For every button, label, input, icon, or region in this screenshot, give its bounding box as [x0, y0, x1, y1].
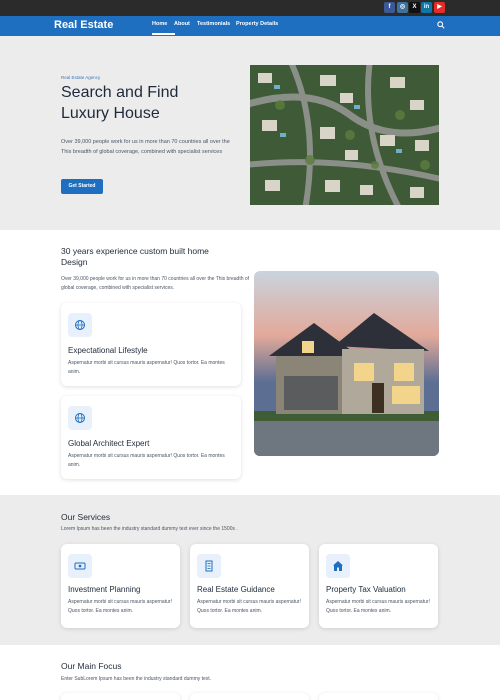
focus-card[interactable]: [319, 693, 438, 700]
focus-title: Our Main Focus: [61, 661, 122, 671]
money-icon: [68, 554, 92, 578]
main-navbar: Real Estate Home About Testimonials Prop…: [0, 16, 500, 36]
nav-home[interactable]: Home: [152, 21, 167, 27]
linkedin-icon[interactable]: in: [421, 2, 432, 13]
x-twitter-icon[interactable]: X: [409, 2, 420, 13]
globe-icon: [68, 406, 92, 430]
focus-card[interactable]: [190, 693, 309, 700]
youtube-icon[interactable]: ▶: [434, 2, 445, 13]
service-card[interactable]: Investment Planning Aspernatur morbi sit…: [61, 544, 180, 628]
nav-testimonials[interactable]: Testimonials: [197, 21, 230, 27]
experience-title: 30 years experience custom built home De…: [61, 246, 209, 267]
focus-card[interactable]: [61, 693, 180, 700]
search-icon[interactable]: [437, 21, 445, 29]
feature-card[interactable]: Expectational Lifestyle Aspernatur morbi…: [61, 303, 241, 386]
experience-section: 30 years experience custom built home De…: [0, 230, 500, 495]
feature-card[interactable]: Global Architect Expert Aspernatur morbi…: [61, 396, 241, 479]
service-card-title: Investment Planning: [68, 585, 141, 594]
services-title: Our Services: [61, 512, 111, 522]
nav-about[interactable]: About: [174, 21, 190, 27]
hero-kicker: Real Estate Agency: [61, 75, 101, 80]
service-card-text: Aspernatur morbi sit cursus mauris asper…: [68, 599, 172, 614]
feature-card-text: Aspernatur morbi sit cursus mauris asper…: [68, 360, 225, 375]
aerial-neighborhood-image: [250, 65, 439, 205]
hero-title: Search and Find Luxury House: [61, 84, 179, 122]
nav-active-indicator: [152, 33, 175, 35]
get-started-button[interactable]: Get Started: [61, 179, 103, 194]
focus-description: Enter SubLorem Ipsum has been the indust…: [61, 676, 212, 682]
service-card-title: Property Tax Valuation: [326, 585, 406, 594]
services-section: Our Services Lorem Ipsum has been the in…: [0, 495, 500, 645]
feature-card-text: Aspernatur morbi sit cursus mauris asper…: [68, 453, 225, 468]
brand-logo[interactable]: Real Estate: [54, 19, 113, 31]
house-exterior-image: [254, 271, 439, 456]
nav-property-details[interactable]: Property Details: [236, 21, 278, 27]
service-card[interactable]: Property Tax Valuation Aspernatur morbi …: [319, 544, 438, 628]
social-top-bar: f ◎ X in ▶: [0, 0, 500, 16]
hero-description: Over 39,000 people work for us in more t…: [61, 139, 230, 155]
service-card[interactable]: Real Estate Guidance Aspernatur morbi si…: [190, 544, 309, 628]
hero-section: Real Estate Agency Search and Find Luxur…: [54, 38, 446, 230]
facebook-icon[interactable]: f: [384, 2, 395, 13]
feature-card-title: Global Architect Expert: [68, 439, 150, 448]
experience-description: Over 39,000 people work for us in more t…: [61, 276, 250, 291]
home-icon: [326, 554, 350, 578]
service-card-text: Aspernatur morbi sit cursus mauris asper…: [326, 599, 430, 614]
services-description: Lorem Ipsum has been the industry standa…: [61, 526, 238, 532]
instagram-icon[interactable]: ◎: [397, 2, 408, 13]
main-focus-section: Our Main Focus Enter SubLorem Ipsum has …: [0, 645, 500, 700]
feature-card-title: Expectational Lifestyle: [68, 346, 148, 355]
service-card-title: Real Estate Guidance: [197, 585, 275, 594]
building-icon: [197, 554, 221, 578]
globe-icon: [68, 313, 92, 337]
service-card-text: Aspernatur morbi sit cursus mauris asper…: [197, 599, 301, 614]
